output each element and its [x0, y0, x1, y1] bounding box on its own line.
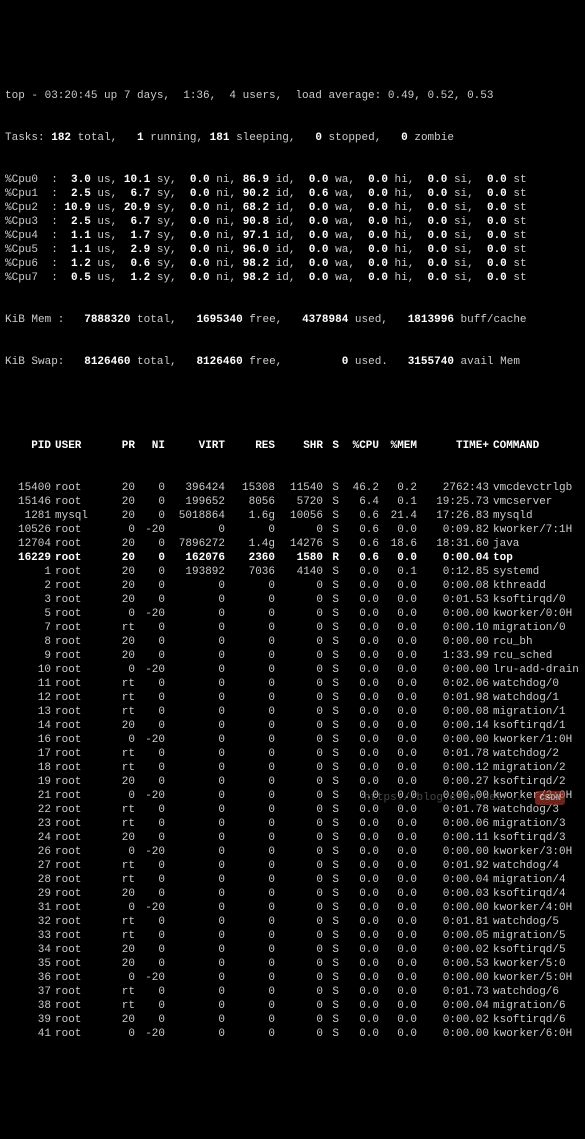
- table-row: 18rootrt0000S0.00.00:00.12migration/2: [5, 761, 580, 775]
- table-row: 17rootrt0000S0.00.00:01.78watchdog/2: [5, 747, 580, 761]
- col-virt: VIRT: [165, 439, 225, 453]
- table-row: 31root0-20000S0.00.00:00.00kworker/4:0H: [5, 901, 580, 915]
- cpu-line-2: %Cpu2 : 10.9 us, 20.9 sy, 0.0 ni, 68.2 i…: [5, 201, 580, 215]
- uptime-line: top - 03:20:45 up 7 days, 1:36, 4 users,…: [5, 89, 580, 103]
- col-cpu: %CPU: [339, 439, 379, 453]
- table-row: 16229root20016207623601580R0.60.00:00.04…: [5, 551, 580, 565]
- table-row: 38rootrt0000S0.00.00:00.04migration/6: [5, 999, 580, 1013]
- table-row: 10526root0-20000S0.60.00:09.82kworker/7:…: [5, 523, 580, 537]
- table-row: 5root0-20000S0.00.00:00.00kworker/0:0H: [5, 607, 580, 621]
- cpu-line-0: %Cpu0 : 3.0 us, 10.1 sy, 0.0 ni, 86.9 id…: [5, 173, 580, 187]
- table-row: 33rootrt0000S0.00.00:00.05migration/5: [5, 929, 580, 943]
- table-row: 15146root20019965280565720S6.40.119:25.7…: [5, 495, 580, 509]
- table-row: 15400root2003964241530811540S46.20.22762…: [5, 481, 580, 495]
- table-row: 27rootrt0000S0.00.00:01.92watchdog/4: [5, 859, 580, 873]
- table-row: 32rootrt0000S0.00.00:01.81watchdog/5: [5, 915, 580, 929]
- table-row: 37rootrt0000S0.00.00:01.73watchdog/6: [5, 985, 580, 999]
- cpu-line-5: %Cpu5 : 1.1 us, 2.9 sy, 0.0 ni, 96.0 id,…: [5, 243, 580, 257]
- table-row: 11rootrt0000S0.00.00:02.06watchdog/0: [5, 677, 580, 691]
- table-row: 28rootrt0000S0.00.00:00.04migration/4: [5, 873, 580, 887]
- col-time: TIME+: [417, 439, 489, 453]
- table-row: 7rootrt0000S0.00.00:00.10migration/0: [5, 621, 580, 635]
- table-row: 36root0-20000S0.00.00:00.00kworker/5:0H: [5, 971, 580, 985]
- col-shr: SHR: [275, 439, 323, 453]
- cpu-line-6: %Cpu6 : 1.2 us, 0.6 sy, 0.0 ni, 98.2 id,…: [5, 257, 580, 271]
- table-row: 16root0-20000S0.00.00:00.00kworker/1:0H: [5, 733, 580, 747]
- col-pr: PR: [105, 439, 135, 453]
- process-table-body: 15400root2003964241530811540S46.20.22762…: [5, 481, 580, 1041]
- table-row: 41root0-20000S0.00.00:00.00kworker/6:0H: [5, 1027, 580, 1041]
- table-row: 2root200000S0.00.00:00.08kthreadd: [5, 579, 580, 593]
- table-row: 35root200000S0.00.00:00.53kworker/5:0: [5, 957, 580, 971]
- mem-line: KiB Mem : 7888320 total, 1695340 free, 4…: [5, 313, 580, 327]
- col-s: S: [323, 439, 339, 453]
- table-row: 22rootrt0000S0.00.00:01.78watchdog/3: [5, 803, 580, 817]
- table-row: 14root200000S0.00.00:00.14ksoftirqd/1: [5, 719, 580, 733]
- cpu-line-3: %Cpu3 : 2.5 us, 6.7 sy, 0.0 ni, 90.8 id,…: [5, 215, 580, 229]
- table-row: 9root200000S0.00.01:33.99rcu_sched: [5, 649, 580, 663]
- col-res: RES: [225, 439, 275, 453]
- table-row: 8root200000S0.00.00:00.00rcu_bh: [5, 635, 580, 649]
- col-mem: %MEM: [379, 439, 417, 453]
- table-row: 13rootrt0000S0.00.00:00.08migration/1: [5, 705, 580, 719]
- col-user: USER: [51, 439, 105, 453]
- col-cmd: COMMAND: [489, 439, 580, 453]
- table-row: 23rootrt0000S0.00.00:00.06migration/3: [5, 817, 580, 831]
- watermark: https://blog.csdn.net/... CSDN: [351, 777, 565, 805]
- top-summary: top - 03:20:45 up 7 days, 1:36, 4 users,…: [5, 61, 580, 383]
- cpu-line-1: %Cpu1 : 2.5 us, 6.7 sy, 0.0 ni, 90.2 id,…: [5, 187, 580, 201]
- table-row: 12704root20078962721.4g14276S0.618.618:3…: [5, 537, 580, 551]
- table-row: 24root200000S0.00.00:00.11ksoftirqd/3: [5, 831, 580, 845]
- cpu-line-4: %Cpu4 : 1.1 us, 1.7 sy, 0.0 ni, 97.1 id,…: [5, 229, 580, 243]
- table-row: 1root20019389270364140S0.00.10:12.85syst…: [5, 565, 580, 579]
- cpu-line-7: %Cpu7 : 0.5 us, 1.2 sy, 0.0 ni, 98.2 id,…: [5, 271, 580, 285]
- table-row: 34root200000S0.00.00:00.02ksoftirqd/5: [5, 943, 580, 957]
- col-pid: PID: [5, 439, 51, 453]
- tasks-line: Tasks: 182 total, 1 running, 181 sleepin…: [5, 131, 580, 145]
- table-row: 29root200000S0.00.00:00.03ksoftirqd/4: [5, 887, 580, 901]
- table-row: 26root0-20000S0.00.00:00.00kworker/3:0H: [5, 845, 580, 859]
- table-row: 1281mysql20050188641.6g10056S0.621.417:2…: [5, 509, 580, 523]
- process-table-header: PID USER PR NI VIRT RES SHR S %CPU %MEM …: [5, 439, 580, 453]
- table-row: 3root200000S0.00.00:01.53ksoftirqd/0: [5, 593, 580, 607]
- col-ni: NI: [135, 439, 165, 453]
- swap-line: KiB Swap: 8126460 total, 8126460 free, 0…: [5, 355, 580, 369]
- table-row: 12rootrt0000S0.00.00:01.98watchdog/1: [5, 691, 580, 705]
- table-row: 10root0-20000S0.00.00:00.00lru-add-drain: [5, 663, 580, 677]
- table-row: 39root200000S0.00.00:00.02ksoftirqd/6: [5, 1013, 580, 1027]
